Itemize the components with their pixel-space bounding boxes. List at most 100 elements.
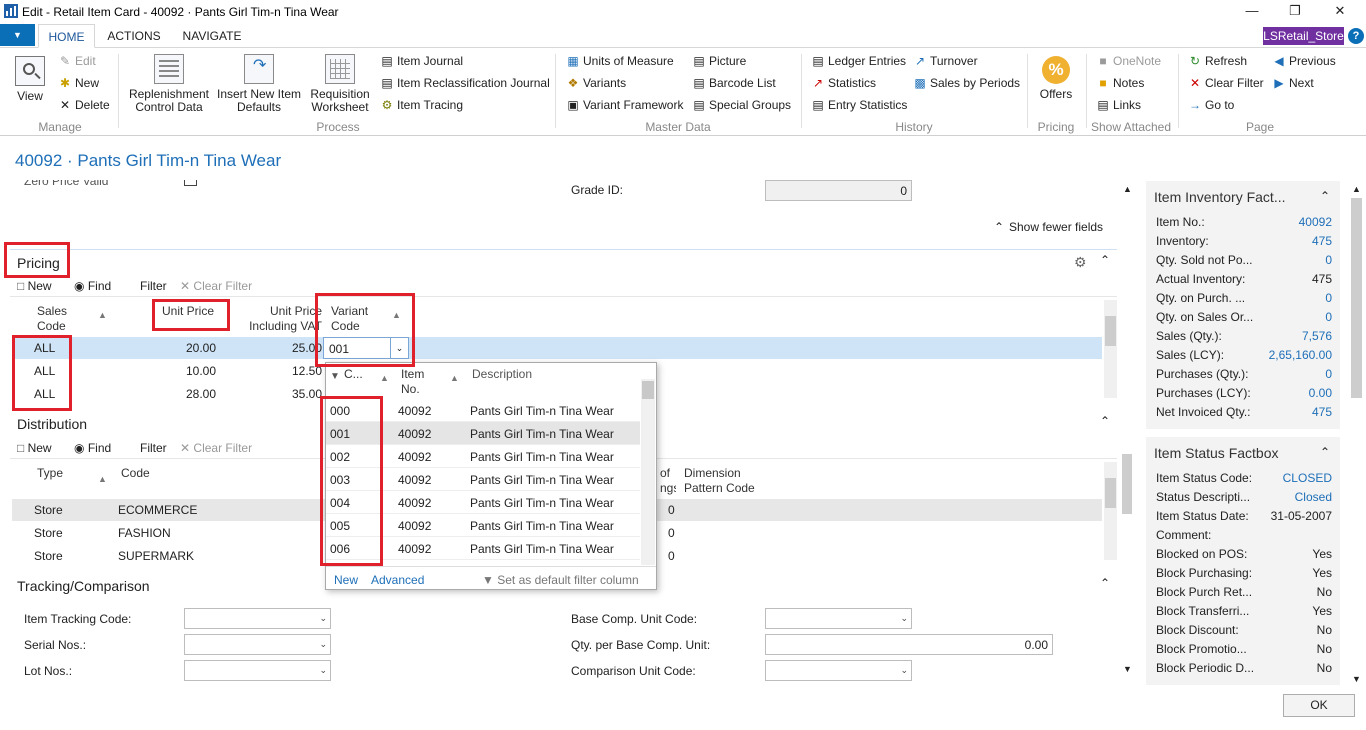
factbox-value[interactable]: 0.00 <box>1309 386 1332 400</box>
offers-button[interactable]: % Offers <box>1036 56 1076 101</box>
requisition-button[interactable]: Requisition Worksheet <box>308 54 372 114</box>
factbox-value[interactable]: 475 <box>1312 234 1332 248</box>
collapse-icon[interactable]: ⌃ <box>1100 414 1110 428</box>
factbox-value[interactable]: 0 <box>1325 310 1332 324</box>
delete-button[interactable]: ✕ Delete <box>58 98 110 112</box>
distribution-row3-code[interactable]: SUPERMARK <box>118 549 194 563</box>
item-reclass-button[interactable]: ▤ Item Reclassification Journal <box>380 76 549 90</box>
factbox-value[interactable]: 2,65,160.00 <box>1269 348 1332 362</box>
close-icon[interactable]: ✕ <box>1328 3 1352 19</box>
factbox-value[interactable]: 0 <box>1325 367 1332 381</box>
lookup-scrollbar[interactable] <box>641 379 655 565</box>
distribution-row2-num[interactable]: 0 <box>668 526 675 540</box>
item-tracing-button[interactable]: ⚙ Item Tracing <box>380 98 463 112</box>
zero-price-checkbox[interactable] <box>184 180 197 186</box>
lookup-col-code[interactable]: C... <box>344 367 363 382</box>
ok-button[interactable]: OK <box>1283 694 1355 717</box>
distribution-scrollbar[interactable] <box>1104 462 1117 560</box>
settings-icon[interactable]: ⚙ <box>1074 254 1087 271</box>
picture-button[interactable]: ▤ Picture <box>692 54 746 68</box>
lookup-advanced-link[interactable]: Advanced <box>371 573 424 587</box>
links-button[interactable]: ▤ Links <box>1096 98 1141 112</box>
collapse-icon[interactable]: ⌃ <box>1100 253 1110 267</box>
tab-actions[interactable]: ACTIONS <box>100 24 168 48</box>
pricing-row2-price[interactable]: 10.00 <box>150 364 216 378</box>
previous-button[interactable]: ◀ Previous <box>1272 54 1335 68</box>
factbox-value[interactable]: 7,576 <box>1302 329 1332 343</box>
distribution-row1-code[interactable]: ECOMMERCE <box>118 503 197 517</box>
comparison-unit-select[interactable]: ⌄ <box>765 660 912 681</box>
scroll-up-icon[interactable]: ▲ <box>1352 184 1361 194</box>
scroll-up-icon[interactable]: ▲ <box>1123 184 1132 194</box>
grade-field[interactable]: 0 <box>765 180 912 201</box>
factbox-value[interactable]: 0 <box>1325 291 1332 305</box>
qty-base-field[interactable]: 0.00 <box>765 634 1053 655</box>
col-dimension[interactable]: Dimension Pattern Code <box>684 466 764 496</box>
replenishment-button[interactable]: Replenishment Control Data <box>127 54 211 114</box>
special-groups-button[interactable]: ▤ Special Groups <box>692 98 791 112</box>
factbox-value[interactable]: 0 <box>1325 253 1332 267</box>
factbox-value[interactable]: Closed <box>1295 490 1332 504</box>
barcode-list-button[interactable]: ▤ Barcode List <box>692 76 775 90</box>
distribution-clear-filter-button[interactable]: ✕ Clear Filter <box>180 441 252 455</box>
units-of-measure-button[interactable]: ▦ Units of Measure <box>566 54 673 68</box>
view-button[interactable]: View <box>12 56 48 103</box>
collapse-icon[interactable]: ⌃ <box>1100 576 1110 590</box>
pricing-row1-price[interactable]: 20.00 <box>150 341 216 355</box>
distribution-filter-button[interactable]: Filter <box>140 441 167 455</box>
scrollbar-thumb[interactable] <box>1122 454 1132 514</box>
turnover-button[interactable]: ↗ Turnover <box>913 54 978 68</box>
pricing-clear-filter-button[interactable]: ✕ Clear Filter <box>180 279 252 293</box>
col-sales-code[interactable]: Sales Code <box>37 304 77 334</box>
collapse-icon[interactable]: ⌃ <box>1320 189 1330 203</box>
pricing-row2-vat[interactable]: 12.50 <box>262 364 322 378</box>
distribution-row1-num[interactable]: 0 <box>668 503 675 517</box>
col-unit-price-vat[interactable]: Unit Price Including VAT <box>244 304 322 334</box>
pricing-scrollbar[interactable] <box>1104 300 1117 398</box>
factbox-value[interactable]: 40092 <box>1299 215 1332 229</box>
app-menu-button[interactable]: ▼ <box>0 24 35 46</box>
scroll-down-icon[interactable]: ▼ <box>1352 674 1361 684</box>
onenote-button[interactable]: ■ OneNote <box>1096 54 1161 68</box>
lot-nos-select[interactable]: ⌄ <box>184 660 331 681</box>
lookup-set-default-link[interactable]: ▼ Set as default filter column <box>482 573 639 587</box>
tab-navigate[interactable]: NAVIGATE <box>174 24 250 48</box>
col-code[interactable]: Code <box>121 466 150 481</box>
pricing-row3-price[interactable]: 28.00 <box>150 387 216 401</box>
maximize-icon[interactable]: ❐ <box>1283 3 1307 19</box>
pricing-find-button[interactable]: ◉ Find <box>74 279 111 293</box>
col-no-of-listings[interactable]: of ngs <box>660 466 676 496</box>
minimize-icon[interactable]: — <box>1240 3 1264 18</box>
distribution-row3-num[interactable]: 0 <box>668 549 675 563</box>
pricing-filter-button[interactable]: Filter <box>140 279 167 293</box>
pricing-row1-vat[interactable]: 25.00 <box>262 341 322 355</box>
lookup-col-description[interactable]: Description <box>472 367 532 382</box>
notes-button[interactable]: ■ Notes <box>1096 76 1144 90</box>
scrollbar-thumb[interactable] <box>1105 478 1116 508</box>
scrollbar-thumb[interactable] <box>1105 316 1116 346</box>
base-comp-select[interactable]: ⌄ <box>765 608 912 629</box>
distribution-row3-type[interactable]: Store <box>34 549 63 563</box>
tab-home[interactable]: HOME <box>38 24 95 48</box>
statistics-button[interactable]: ↗ Statistics <box>811 76 876 90</box>
edit-button[interactable]: ✎ Edit <box>58 54 96 68</box>
clear-filter-button[interactable]: ✕ Clear Filter <box>1188 76 1264 90</box>
item-tracking-select[interactable]: ⌄ <box>184 608 331 629</box>
distribution-row2-type[interactable]: Store <box>34 526 63 540</box>
pricing-fasttab[interactable]: Pricing ⚙ ⌃ <box>10 249 1117 273</box>
distribution-row2-code[interactable]: FASHION <box>118 526 171 540</box>
serial-nos-select[interactable]: ⌄ <box>184 634 331 655</box>
pricing-row3-vat[interactable]: 35.00 <box>262 387 322 401</box>
insert-defaults-button[interactable]: ↷ Insert New Item Defaults <box>214 54 304 114</box>
company-badge[interactable]: LSRetail_Store <box>1263 27 1344 45</box>
sales-by-periods-button[interactable]: ▩ Sales by Periods <box>913 76 1020 90</box>
variants-button[interactable]: ❖ Variants <box>566 76 627 90</box>
lookup-new-link[interactable]: New <box>334 573 358 587</box>
variant-framework-button[interactable]: ▣ Variant Framework <box>566 98 683 112</box>
help-icon[interactable]: ? <box>1348 28 1364 44</box>
factbox-scrollbar[interactable]: ▲ ▼ <box>1350 184 1363 684</box>
goto-button[interactable]: → Go to <box>1188 98 1234 112</box>
distribution-find-button[interactable]: ◉ Find <box>74 441 111 455</box>
ledger-entries-button[interactable]: ▤ Ledger Entries <box>811 54 906 68</box>
collapse-icon[interactable]: ⌃ <box>1320 445 1330 459</box>
